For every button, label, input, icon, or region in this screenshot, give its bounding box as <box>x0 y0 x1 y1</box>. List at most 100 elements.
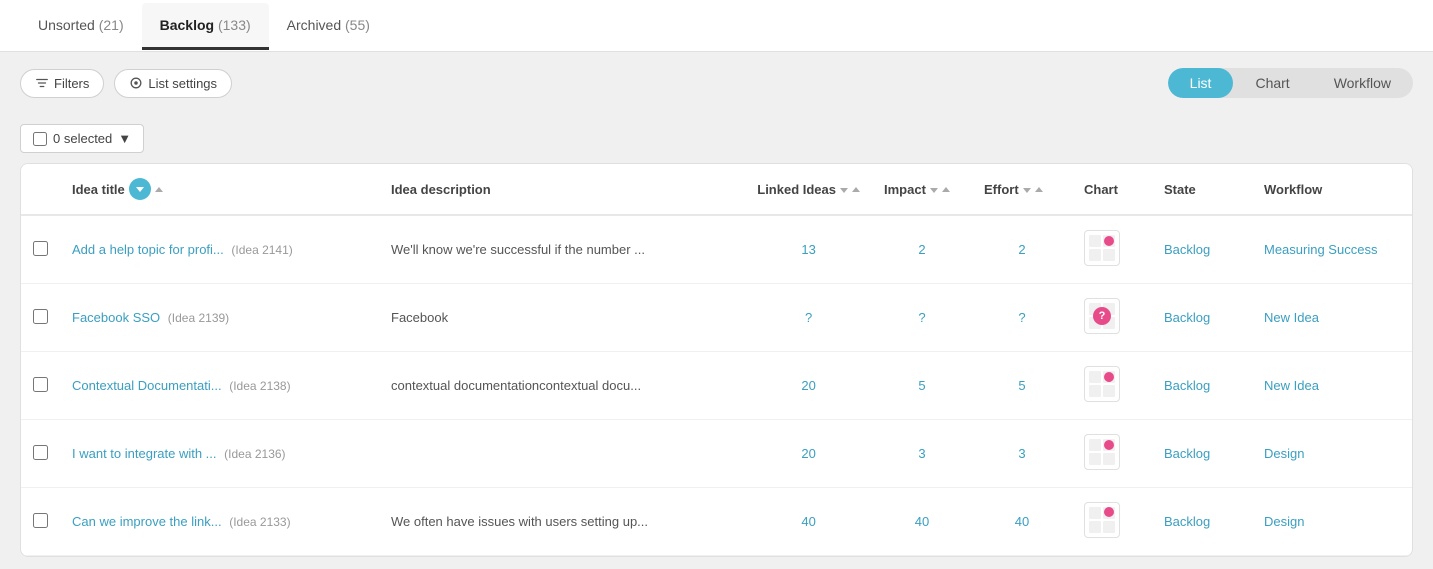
row-title-cell: Add a help topic for profi... (Idea 2141… <box>60 215 379 284</box>
row-checkbox-cell <box>21 352 60 420</box>
col-header-linked: Linked Ideas <box>745 164 872 215</box>
state-value[interactable]: Backlog <box>1164 310 1210 325</box>
col-header-checkbox <box>21 164 60 215</box>
row-workflow-cell: Design <box>1252 488 1412 556</box>
chart-dot <box>1104 372 1114 382</box>
col-header-effort: Effort <box>972 164 1072 215</box>
linked-count: 13 <box>801 242 815 257</box>
impact-value: ? <box>918 310 925 325</box>
idea-title-link[interactable]: Add a help topic for profi... <box>72 242 224 257</box>
idea-title-link[interactable]: Can we improve the link... <box>72 514 222 529</box>
list-settings-button[interactable]: List settings <box>114 69 232 98</box>
row-chart-cell <box>1072 420 1152 488</box>
selected-dropdown[interactable]: 0 selected ▼ <box>20 124 144 153</box>
view-toggle: List Chart Workflow <box>1168 68 1413 98</box>
tab-unsorted[interactable]: Unsorted (21) <box>20 3 142 50</box>
workflow-value[interactable]: Design <box>1264 446 1304 461</box>
row-linked-cell: ? <box>745 284 872 352</box>
row-checkbox[interactable] <box>33 377 48 392</box>
impact-value: 3 <box>918 446 925 461</box>
workflow-value[interactable]: Measuring Success <box>1264 242 1377 257</box>
idea-description: contextual documentationcontextual docu.… <box>391 378 641 393</box>
chart-thumbnail <box>1084 366 1120 402</box>
linked-sort-up-icon[interactable] <box>852 187 860 192</box>
effort-sort-up-icon[interactable] <box>1035 187 1043 192</box>
view-chart-button[interactable]: Chart <box>1233 68 1311 98</box>
state-value[interactable]: Backlog <box>1164 514 1210 529</box>
idea-title-link[interactable]: Facebook SSO <box>72 310 160 325</box>
row-linked-cell: 13 <box>745 215 872 284</box>
col-header-impact: Impact <box>872 164 972 215</box>
row-effort-cell: ? <box>972 284 1072 352</box>
toolbar: Filters List settings List Chart Workflo… <box>0 52 1433 114</box>
linked-count: 20 <box>801 446 815 461</box>
sort-up-icon[interactable] <box>155 187 163 192</box>
effort-value: 2 <box>1018 242 1025 257</box>
row-workflow-cell: New Idea <box>1252 284 1412 352</box>
tab-archived[interactable]: Archived (55) <box>269 3 388 50</box>
row-checkbox-cell <box>21 215 60 284</box>
workflow-value[interactable]: New Idea <box>1264 310 1319 325</box>
row-state-cell: Backlog <box>1152 420 1252 488</box>
view-workflow-button[interactable]: Workflow <box>1312 68 1413 98</box>
row-checkbox-cell <box>21 420 60 488</box>
row-linked-cell: 40 <box>745 488 872 556</box>
row-chart-cell <box>1072 352 1152 420</box>
idea-title-link[interactable]: I want to integrate with ... <box>72 446 217 461</box>
select-row: 0 selected ▼ <box>0 114 1433 163</box>
row-checkbox[interactable] <box>33 513 48 528</box>
row-checkbox[interactable] <box>33 309 48 324</box>
effort-sort-down-icon[interactable] <box>1023 188 1031 193</box>
linked-count: ? <box>805 310 812 325</box>
row-workflow-cell: Design <box>1252 420 1412 488</box>
chart-question-dot: ? <box>1093 307 1111 325</box>
impact-sort-up-icon[interactable] <box>942 187 950 192</box>
chart-thumbnail <box>1084 434 1120 470</box>
idea-title-link[interactable]: Contextual Documentati... <box>72 378 222 393</box>
view-list-button[interactable]: List <box>1168 68 1234 98</box>
col-header-description: Idea description <box>379 164 745 215</box>
state-value[interactable]: Backlog <box>1164 242 1210 257</box>
filters-button[interactable]: Filters <box>20 69 104 98</box>
row-title-cell: Facebook SSO (Idea 2139) <box>60 284 379 352</box>
row-linked-cell: 20 <box>745 352 872 420</box>
linked-sort-down-icon[interactable] <box>840 188 848 193</box>
select-all-checkbox[interactable] <box>33 132 47 146</box>
row-state-cell: Backlog <box>1152 215 1252 284</box>
ideas-table: Idea title Idea description Linked Ideas <box>21 164 1412 556</box>
toolbar-left: Filters List settings <box>20 69 232 98</box>
workflow-value[interactable]: New Idea <box>1264 378 1319 393</box>
chart-thumbnail <box>1084 230 1120 266</box>
chart-dot <box>1104 236 1114 246</box>
chart-thumbnail: ? <box>1084 298 1120 334</box>
row-checkbox[interactable] <box>33 241 48 256</box>
effort-value: ? <box>1018 310 1025 325</box>
workflow-value[interactable]: Design <box>1264 514 1304 529</box>
table-row: Contextual Documentati... (Idea 2138) co… <box>21 352 1412 420</box>
col-header-workflow: Workflow <box>1252 164 1412 215</box>
idea-id: (Idea 2141) <box>231 243 292 257</box>
idea-description: We'll know we're successful if the numbe… <box>391 242 645 257</box>
idea-id: (Idea 2133) <box>229 515 290 529</box>
idea-id: (Idea 2139) <box>168 311 229 325</box>
state-value[interactable]: Backlog <box>1164 446 1210 461</box>
effort-value: 3 <box>1018 446 1025 461</box>
impact-sort-down-icon[interactable] <box>930 188 938 193</box>
state-value[interactable]: Backlog <box>1164 378 1210 393</box>
sort-active-icon[interactable] <box>129 178 151 200</box>
impact-value: 5 <box>918 378 925 393</box>
ideas-table-wrapper: Idea title Idea description Linked Ideas <box>20 163 1413 557</box>
row-title-cell: Contextual Documentati... (Idea 2138) <box>60 352 379 420</box>
row-impact-cell: 5 <box>872 352 972 420</box>
linked-count: 40 <box>801 514 815 529</box>
row-impact-cell: 3 <box>872 420 972 488</box>
row-checkbox[interactable] <box>33 445 48 460</box>
row-title-cell: I want to integrate with ... (Idea 2136) <box>60 420 379 488</box>
effort-value: 40 <box>1015 514 1029 529</box>
table-header-row: Idea title Idea description Linked Ideas <box>21 164 1412 215</box>
tab-backlog[interactable]: Backlog (133) <box>142 3 269 50</box>
sort-down-icon <box>136 187 144 192</box>
effort-value: 5 <box>1018 378 1025 393</box>
row-impact-cell: 2 <box>872 215 972 284</box>
col-header-chart: Chart <box>1072 164 1152 215</box>
